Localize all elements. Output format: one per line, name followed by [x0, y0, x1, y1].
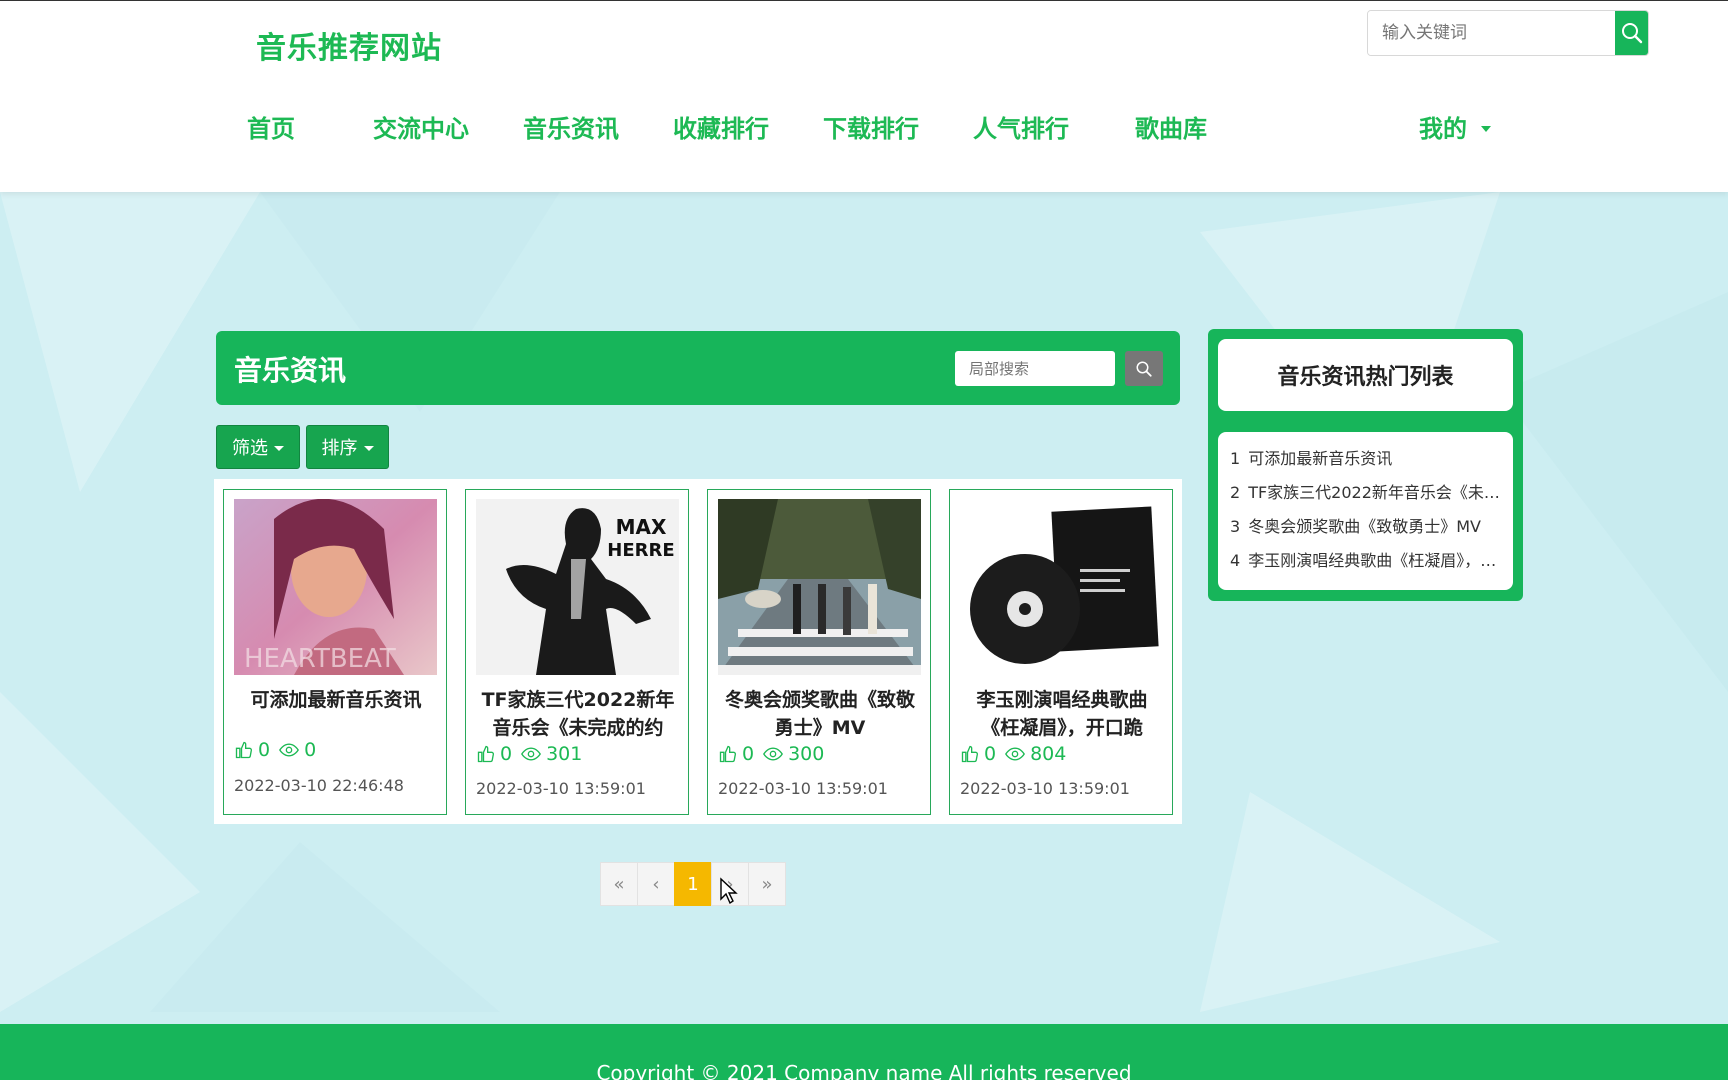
news-card-stats: 0 804: [960, 743, 1066, 765]
nav-music-news[interactable]: 音乐资讯: [523, 109, 619, 144]
news-card[interactable]: HEARTBEAT 可添加最新音乐资讯 0 0 2022-03-10 22:46…: [223, 489, 447, 815]
top-search-input[interactable]: [1368, 11, 1615, 55]
hot-list: 1 可添加最新音乐资讯 2 TF家族三代2022新年音乐会《未完成的约定》 3 冬奥会…: [1218, 432, 1513, 590]
hot-list-item[interactable]: 1 可添加最新音乐资讯: [1230, 442, 1501, 476]
news-card-stats: 0 301: [476, 743, 582, 765]
hot-list-text: 可添加最新音乐资讯: [1248, 449, 1393, 468]
hot-list-index: 1: [1230, 449, 1241, 468]
nav-popular-rank[interactable]: 人气排行: [973, 109, 1069, 144]
main-nav: 首页 交流中心 音乐资讯 收藏排行 下载排行 人气排行 歌曲库 我的: [0, 109, 1728, 149]
hot-list-text: 李玉刚演唱经典歌曲《枉凝眉》，开口跪: [1248, 551, 1501, 570]
hot-list-panel: 音乐资讯热门列表 1 可添加最新音乐资讯 2 TF家族三代2022新年音乐会《未完成…: [1208, 329, 1523, 601]
news-card-title[interactable]: 可添加最新音乐资讯: [232, 686, 440, 714]
like-count: 0: [258, 739, 271, 761]
view-count: 804: [1030, 743, 1067, 765]
news-card-image[interactable]: [718, 499, 921, 675]
pagination-prev[interactable]: ‹: [637, 862, 675, 906]
site-header: 音乐推荐网站 首页 交流中心 音乐资讯 收藏排行 下载排行 人气排行 歌曲库 我…: [0, 0, 1728, 192]
news-card-image[interactable]: MAX HERRE: [476, 499, 679, 675]
news-card-image[interactable]: [960, 499, 1163, 675]
caret-down-icon: [274, 445, 284, 451]
hot-list-title: 音乐资讯热门列表: [1218, 339, 1513, 411]
pagination-current-page[interactable]: 1: [674, 862, 712, 906]
view-count: 300: [788, 743, 825, 765]
filter-dropdown-button[interactable]: 筛选: [216, 425, 300, 469]
like-count: 0: [500, 743, 513, 765]
news-card[interactable]: 李玉刚演唱经典歌曲《枉凝眉》，开口跪 0 804 2022-03-10 13:5…: [949, 489, 1173, 815]
local-search-input[interactable]: [955, 351, 1115, 386]
nav-mine-label: 我的: [1419, 115, 1467, 143]
news-card-stats: 0 0: [234, 739, 316, 761]
view-count: 301: [546, 743, 583, 765]
news-card-title[interactable]: 李玉刚演唱经典歌曲《枉凝眉》，开口跪: [958, 686, 1166, 742]
eye-icon: [521, 747, 542, 761]
site-title[interactable]: 音乐推荐网站: [256, 23, 442, 67]
thumbs-up-icon[interactable]: [960, 744, 980, 764]
hot-list-index: 4: [1230, 551, 1241, 570]
search-icon: [1136, 361, 1152, 377]
eye-icon: [763, 747, 784, 761]
svg-text:MAX: MAX: [616, 515, 667, 539]
caret-down-icon: [363, 445, 374, 451]
news-card-title[interactable]: TF家族三代2022新年音乐会《未完成的约定...: [474, 686, 682, 742]
pagination-last[interactable]: »: [748, 862, 786, 906]
eye-icon: [279, 743, 300, 757]
news-card-date: 2022-03-10 22:46:48: [234, 776, 404, 795]
page-title: 音乐资讯: [234, 354, 347, 387]
eye-icon: [1005, 747, 1026, 761]
news-card[interactable]: MAX HERRE TF家族三代2022新年音乐会《未完成的约定... 0 30…: [465, 489, 689, 815]
music-news-panel-header: 音乐资讯: [216, 331, 1180, 405]
hot-list-index: 2: [1230, 483, 1241, 502]
hot-list-item[interactable]: 3 冬奥会颁奖歌曲《致敬勇士》MV: [1230, 510, 1501, 544]
top-search-bar: [1367, 10, 1649, 56]
nav-favorite-rank[interactable]: 收藏排行: [673, 109, 769, 144]
site-footer: Copyright © 2021 Company name All rights…: [0, 1024, 1728, 1080]
news-card-image[interactable]: HEARTBEAT: [234, 499, 437, 675]
sort-dropdown-button[interactable]: 排序: [306, 425, 389, 469]
hot-list-index: 3: [1230, 517, 1241, 536]
news-card-date: 2022-03-10 13:59:01: [718, 779, 888, 798]
mouse-cursor-icon: [720, 877, 738, 905]
nav-download-rank[interactable]: 下载排行: [823, 109, 919, 144]
hot-list-text: 冬奥会颁奖歌曲《致敬勇士》MV: [1248, 517, 1481, 536]
nav-community[interactable]: 交流中心: [373, 109, 469, 144]
news-card-date: 2022-03-10 13:59:01: [960, 779, 1130, 798]
svg-text:HEARTBEAT: HEARTBEAT: [244, 644, 396, 674]
copyright-text: Copyright © 2021 Company name All rights…: [596, 1061, 1132, 1080]
sort-label: 排序: [321, 438, 358, 459]
pagination-first[interactable]: «: [600, 862, 638, 906]
news-card-grid: HEARTBEAT 可添加最新音乐资讯 0 0 2022-03-10 22:46…: [214, 479, 1182, 824]
filter-label: 筛选: [232, 438, 268, 459]
hot-list-text: TF家族三代2022新年音乐会《未完成的约定》: [1248, 483, 1501, 502]
local-search-button[interactable]: [1125, 351, 1163, 386]
news-card-date: 2022-03-10 13:59:01: [476, 779, 646, 798]
view-count: 0: [304, 739, 317, 761]
svg-text:HERRE: HERRE: [607, 540, 674, 561]
hot-list-item[interactable]: 2 TF家族三代2022新年音乐会《未完成的约定》: [1230, 476, 1501, 510]
chevron-down-icon: [1481, 125, 1491, 132]
thumbs-up-icon[interactable]: [476, 744, 496, 764]
search-icon: [1621, 23, 1642, 44]
top-search-button[interactable]: [1615, 11, 1648, 55]
nav-mine-dropdown[interactable]: 我的: [1419, 109, 1491, 144]
nav-song-library[interactable]: 歌曲库: [1135, 109, 1207, 144]
like-count: 0: [984, 743, 997, 765]
like-count: 0: [742, 743, 755, 765]
news-card[interactable]: 冬奥会颁奖歌曲《致敬勇士》MV 0 300 2022-03-10 13:59:0…: [707, 489, 931, 815]
nav-home[interactable]: 首页: [247, 109, 295, 144]
news-card-title[interactable]: 冬奥会颁奖歌曲《致敬勇士》MV: [716, 686, 924, 742]
thumbs-up-icon[interactable]: [718, 744, 738, 764]
pagination: « ‹ 1 › »: [600, 862, 786, 906]
thumbs-up-icon[interactable]: [234, 740, 254, 760]
hot-list-item[interactable]: 4 李玉刚演唱经典歌曲《枉凝眉》，开口跪: [1230, 544, 1501, 578]
news-card-stats: 0 300: [718, 743, 824, 765]
